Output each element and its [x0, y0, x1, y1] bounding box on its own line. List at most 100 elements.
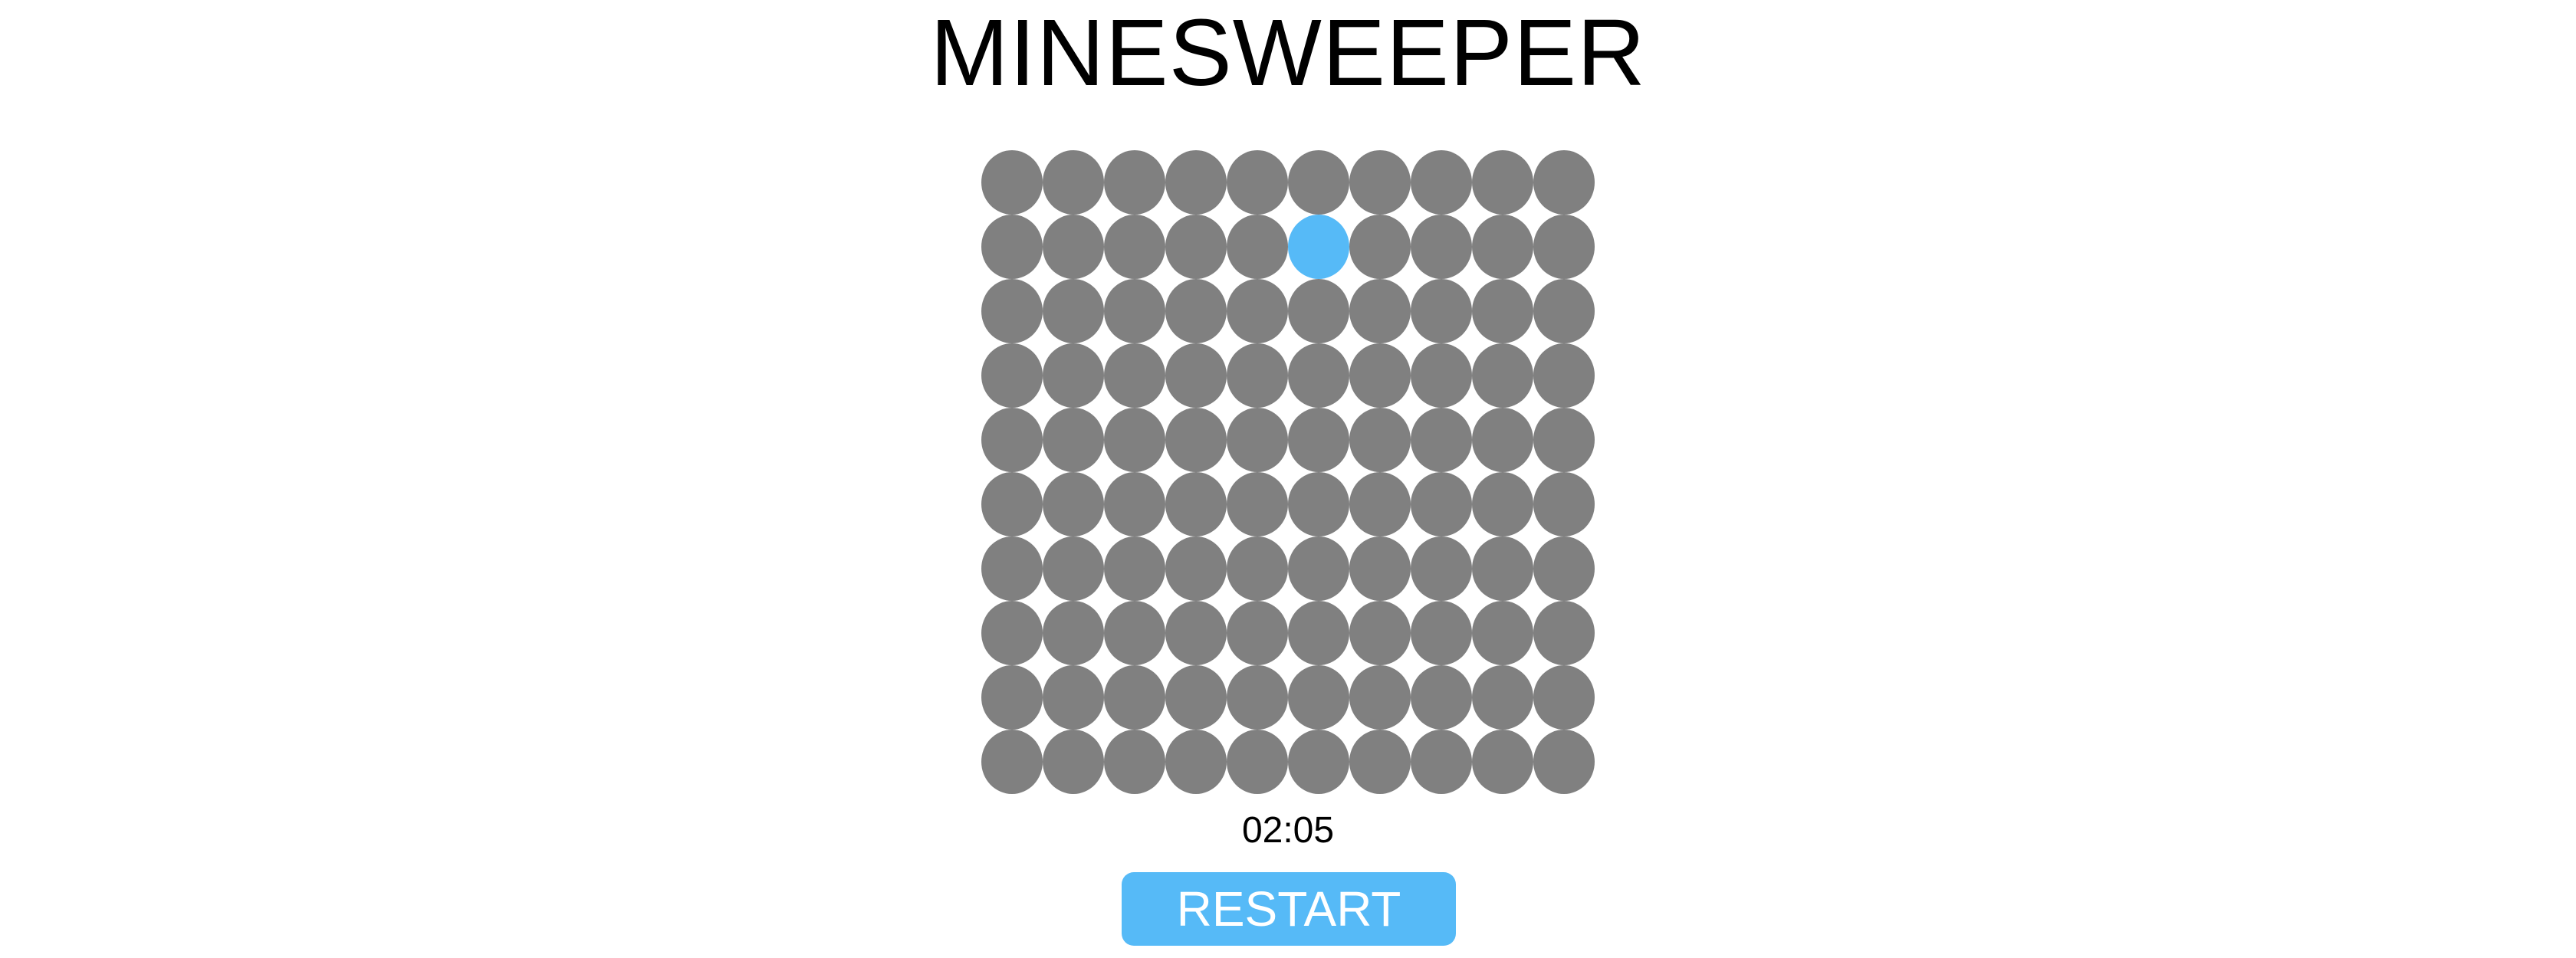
cell-r6-c2[interactable] [1043, 472, 1104, 536]
cell-r4-c3[interactable] [1104, 343, 1165, 408]
cell-r3-c7[interactable] [1349, 279, 1411, 343]
cell-r7-c7[interactable] [1349, 536, 1411, 601]
cell-r10-c6[interactable] [1288, 730, 1349, 794]
cell-r5-c2[interactable] [1043, 408, 1104, 472]
cell-r3-c5[interactable] [1227, 279, 1288, 343]
cell-r3-c8[interactable] [1411, 279, 1472, 343]
cell-r8-c1[interactable] [981, 601, 1043, 665]
cell-r5-c5[interactable] [1227, 408, 1288, 472]
cell-r7-c3[interactable] [1104, 536, 1165, 601]
cell-r4-c6[interactable] [1288, 343, 1349, 408]
cell-r7-c5[interactable] [1227, 536, 1288, 601]
cell-r1-c9[interactable] [1472, 150, 1533, 215]
cell-r9-c1[interactable] [981, 665, 1043, 730]
cell-r6-c10[interactable] [1533, 472, 1595, 536]
cell-r9-c6[interactable] [1288, 665, 1349, 730]
cell-r8-c6[interactable] [1288, 601, 1349, 665]
cell-r2-c4[interactable] [1165, 215, 1227, 279]
cell-r10-c5[interactable] [1227, 730, 1288, 794]
cell-r2-c5[interactable] [1227, 215, 1288, 279]
cell-r8-c4[interactable] [1165, 601, 1227, 665]
cell-r9-c10[interactable] [1533, 665, 1595, 730]
cell-r1-c6[interactable] [1288, 150, 1349, 215]
cell-r7-c4[interactable] [1165, 536, 1227, 601]
cell-r6-c6[interactable] [1288, 472, 1349, 536]
cell-r9-c8[interactable] [1411, 665, 1472, 730]
cell-r9-c9[interactable] [1472, 665, 1533, 730]
cell-r2-c8[interactable] [1411, 215, 1472, 279]
cell-r4-c1[interactable] [981, 343, 1043, 408]
cell-r3-c10[interactable] [1533, 279, 1595, 343]
cell-r4-c10[interactable] [1533, 343, 1595, 408]
cell-r10-c7[interactable] [1349, 730, 1411, 794]
cell-r6-c7[interactable] [1349, 472, 1411, 536]
cell-r5-c1[interactable] [981, 408, 1043, 472]
cell-r2-c9[interactable] [1472, 215, 1533, 279]
cell-r5-c8[interactable] [1411, 408, 1472, 472]
cell-r3-c6[interactable] [1288, 279, 1349, 343]
cell-r2-c7[interactable] [1349, 215, 1411, 279]
cell-r4-c8[interactable] [1411, 343, 1472, 408]
cell-r8-c7[interactable] [1349, 601, 1411, 665]
cell-r7-c1[interactable] [981, 536, 1043, 601]
cell-r7-c2[interactable] [1043, 536, 1104, 601]
cell-r4-c7[interactable] [1349, 343, 1411, 408]
cell-r5-c3[interactable] [1104, 408, 1165, 472]
cell-r3-c2[interactable] [1043, 279, 1104, 343]
cell-r4-c4[interactable] [1165, 343, 1227, 408]
cell-r9-c5[interactable] [1227, 665, 1288, 730]
cell-r2-c10[interactable] [1533, 215, 1595, 279]
cell-r1-c8[interactable] [1411, 150, 1472, 215]
cell-r2-c2[interactable] [1043, 215, 1104, 279]
cell-r7-c6[interactable] [1288, 536, 1349, 601]
cell-r3-c4[interactable] [1165, 279, 1227, 343]
cell-r5-c6[interactable] [1288, 408, 1349, 472]
cell-r10-c2[interactable] [1043, 730, 1104, 794]
cell-r2-c3[interactable] [1104, 215, 1165, 279]
cell-r10-c3[interactable] [1104, 730, 1165, 794]
cell-r10-c8[interactable] [1411, 730, 1472, 794]
cell-r8-c9[interactable] [1472, 601, 1533, 665]
cell-r9-c3[interactable] [1104, 665, 1165, 730]
cell-r1-c7[interactable] [1349, 150, 1411, 215]
cell-r5-c4[interactable] [1165, 408, 1227, 472]
cell-r7-c8[interactable] [1411, 536, 1472, 601]
cell-r7-c10[interactable] [1533, 536, 1595, 601]
cell-r6-c1[interactable] [981, 472, 1043, 536]
cell-r10-c9[interactable] [1472, 730, 1533, 794]
cell-r8-c3[interactable] [1104, 601, 1165, 665]
cell-r6-c4[interactable] [1165, 472, 1227, 536]
cell-r5-c7[interactable] [1349, 408, 1411, 472]
cell-r6-c8[interactable] [1411, 472, 1472, 536]
cell-r9-c2[interactable] [1043, 665, 1104, 730]
cell-r5-c9[interactable] [1472, 408, 1533, 472]
cell-r4-c5[interactable] [1227, 343, 1288, 408]
cell-r1-c2[interactable] [1043, 150, 1104, 215]
cell-r5-c10[interactable] [1533, 408, 1595, 472]
cell-r1-c4[interactable] [1165, 150, 1227, 215]
cell-r3-c1[interactable] [981, 279, 1043, 343]
cell-r6-c5[interactable] [1227, 472, 1288, 536]
cell-r2-c6[interactable] [1288, 215, 1349, 279]
cell-r8-c2[interactable] [1043, 601, 1104, 665]
cell-r9-c4[interactable] [1165, 665, 1227, 730]
cell-r8-c8[interactable] [1411, 601, 1472, 665]
cell-r1-c3[interactable] [1104, 150, 1165, 215]
cell-r1-c1[interactable] [981, 150, 1043, 215]
cell-r3-c3[interactable] [1104, 279, 1165, 343]
cell-r1-c5[interactable] [1227, 150, 1288, 215]
cell-r2-c1[interactable] [981, 215, 1043, 279]
cell-r6-c9[interactable] [1472, 472, 1533, 536]
cell-r8-c10[interactable] [1533, 601, 1595, 665]
cell-r8-c5[interactable] [1227, 601, 1288, 665]
cell-r9-c7[interactable] [1349, 665, 1411, 730]
cell-r4-c9[interactable] [1472, 343, 1533, 408]
cell-r10-c4[interactable] [1165, 730, 1227, 794]
cell-r10-c1[interactable] [981, 730, 1043, 794]
restart-button[interactable]: RESTART [1122, 872, 1456, 946]
cell-r1-c10[interactable] [1533, 150, 1595, 215]
cell-r4-c2[interactable] [1043, 343, 1104, 408]
cell-r10-c10[interactable] [1533, 730, 1595, 794]
cell-r7-c9[interactable] [1472, 536, 1533, 601]
cell-r6-c3[interactable] [1104, 472, 1165, 536]
